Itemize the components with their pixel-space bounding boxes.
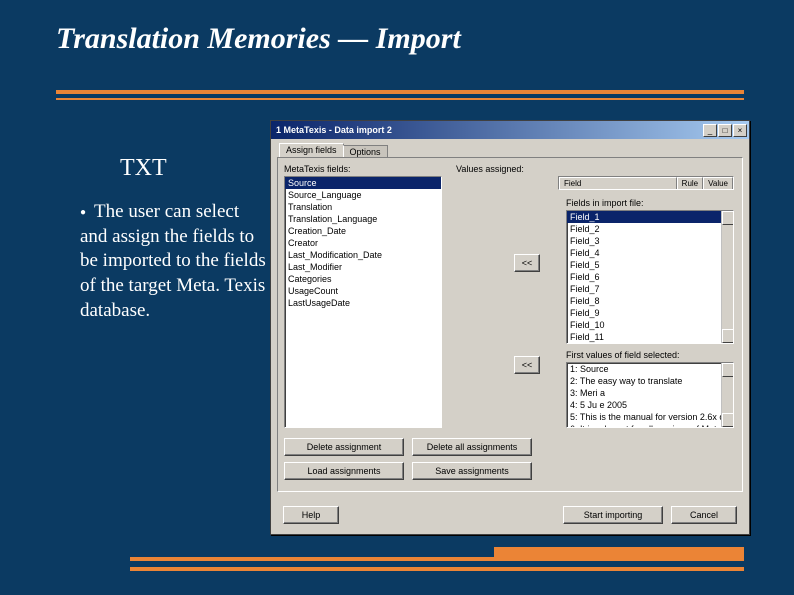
list-item[interactable]: Field_7: [567, 283, 733, 295]
delete-all-assignments-button[interactable]: Delete all assignments: [412, 438, 532, 456]
label-first-values: First values of field selected:: [566, 350, 680, 360]
list-item[interactable]: Source: [285, 177, 441, 189]
list-item[interactable]: UsageCount: [285, 285, 441, 297]
footer-divider: [130, 567, 744, 571]
list-item[interactable]: 4: 5 Ju e 2005: [567, 399, 733, 411]
list-item[interactable]: Last_Modifier: [285, 261, 441, 273]
dialog-window: 1 MetaTexis - Data import 2 _ □ × Assign…: [270, 120, 750, 535]
footer-accent: [494, 547, 744, 561]
cancel-button[interactable]: Cancel: [671, 506, 737, 524]
delete-assignment-button[interactable]: Delete assignment: [284, 438, 404, 456]
list-item[interactable]: Last_Modification_Date: [285, 249, 441, 261]
load-assignments-button[interactable]: Load assignments: [284, 462, 404, 480]
list-item[interactable]: Field_1: [567, 211, 733, 223]
scrollbar[interactable]: [721, 363, 733, 427]
list-item[interactable]: 1: Source: [567, 363, 733, 375]
first-values-list[interactable]: 1: Source2: The easy way to translate3: …: [566, 362, 734, 428]
list-item[interactable]: 3: Meri a: [567, 387, 733, 399]
slide-body: TXT The user can select and assign the f…: [80, 155, 270, 323]
col-field: Field: [559, 177, 677, 190]
slide-subtitle: TXT: [120, 155, 270, 182]
list-item[interactable]: Categories: [285, 273, 441, 285]
list-item[interactable]: Field_10: [567, 319, 733, 331]
list-item[interactable]: 5: This is the manual for version 2.6x o…: [567, 411, 733, 423]
window-title: 1 MetaTexis - Data import 2: [273, 125, 702, 135]
list-item[interactable]: Creator: [285, 237, 441, 249]
tab-panel: MetaTexis fields: Values assigned: Sourc…: [277, 157, 743, 492]
metatexis-fields-list[interactable]: SourceSource_LanguageTranslationTranslat…: [284, 176, 442, 428]
col-value: Value: [703, 177, 733, 190]
tab-assign-fields[interactable]: Assign fields: [279, 143, 344, 158]
list-item[interactable]: Translation_Language: [285, 213, 441, 225]
list-item[interactable]: 6: It is relevant for all versions of Me…: [567, 423, 733, 428]
list-item[interactable]: Field_6: [567, 271, 733, 283]
label-fields-in-import: Fields in import file:: [566, 198, 644, 208]
divider: [56, 98, 744, 100]
assign-left-button-2[interactable]: <<: [514, 356, 540, 374]
maximize-button[interactable]: □: [718, 124, 732, 137]
list-item[interactable]: LastUsageDate: [285, 297, 441, 309]
list-item[interactable]: 2: The easy way to translate: [567, 375, 733, 387]
save-assignments-button[interactable]: Save assignments: [412, 462, 532, 480]
list-item[interactable]: Field_5: [567, 259, 733, 271]
import-fields-list[interactable]: Field_1Field_2Field_3Field_4Field_5Field…: [566, 210, 734, 344]
assigned-values-header: Field Rule Value: [558, 176, 734, 190]
assign-left-button[interactable]: <<: [514, 254, 540, 272]
list-item[interactable]: Translation: [285, 201, 441, 213]
label-metatexis-fields: MetaTexis fields:: [284, 164, 351, 174]
titlebar[interactable]: 1 MetaTexis - Data import 2 _ □ ×: [271, 121, 749, 139]
close-button[interactable]: ×: [733, 124, 747, 137]
start-importing-button[interactable]: Start importing: [563, 506, 663, 524]
help-button[interactable]: Help: [283, 506, 339, 524]
list-item[interactable]: Field_8: [567, 295, 733, 307]
slide-title: Translation Memories — Import: [0, 0, 794, 62]
minimize-button[interactable]: _: [703, 124, 717, 137]
list-item[interactable]: Field_9: [567, 307, 733, 319]
list-item[interactable]: Field_3: [567, 235, 733, 247]
scrollbar[interactable]: [721, 211, 733, 343]
list-item[interactable]: Source_Language: [285, 189, 441, 201]
slide-bullet: The user can select and assign the field…: [80, 200, 270, 323]
list-item[interactable]: Creation_Date: [285, 225, 441, 237]
list-item[interactable]: Field_2: [567, 223, 733, 235]
col-rule: Rule: [677, 177, 703, 190]
divider: [56, 90, 744, 94]
label-values-assigned: Values assigned:: [456, 164, 524, 174]
list-item[interactable]: Field_4: [567, 247, 733, 259]
list-item[interactable]: Field_11: [567, 331, 733, 343]
